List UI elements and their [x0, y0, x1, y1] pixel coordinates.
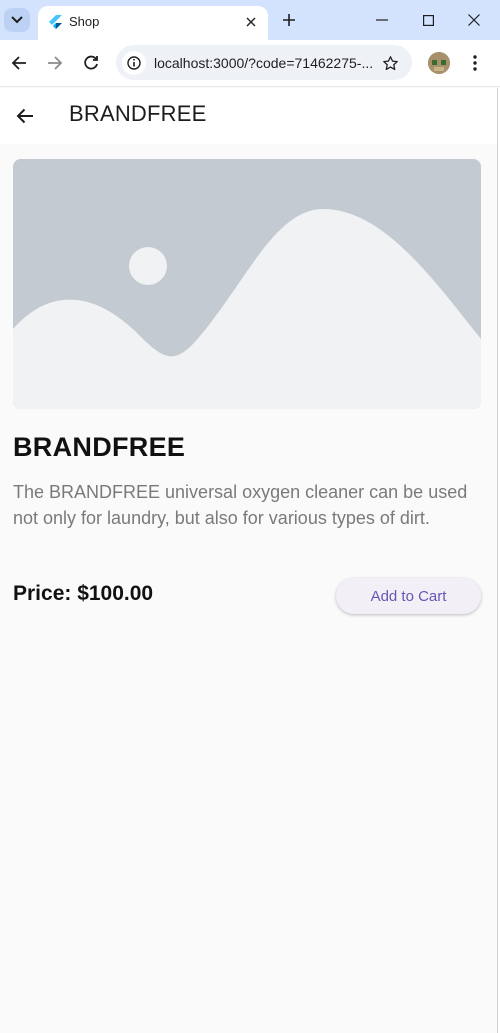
product-price: Price: $100.00 [13, 582, 154, 605]
more-vert-icon [473, 55, 477, 71]
tab-list-icon [11, 16, 23, 24]
back-button[interactable] [7, 51, 31, 75]
tab-title: Shop [69, 14, 100, 29]
maximize-icon [422, 14, 434, 26]
site-info-icon [127, 56, 141, 70]
browser-menu-button[interactable] [464, 51, 486, 75]
image-placeholder-icon [13, 159, 481, 409]
bookmark-button[interactable] [380, 53, 400, 73]
app-bar: BRANDFREE [0, 88, 497, 144]
browser-tab-bar: Shop [0, 0, 500, 40]
profile-avatar[interactable] [428, 52, 450, 74]
site-info-button[interactable] [122, 51, 146, 75]
browser-toolbar: localhost:3000/?code=71462275-... [0, 40, 500, 87]
app-back-button[interactable] [12, 103, 38, 129]
profile-avatar-image [428, 52, 450, 74]
url-text: localhost:3000/?code=71462275-... [154, 55, 374, 71]
tab-list-button[interactable] [4, 8, 30, 32]
tab-close-button[interactable] [242, 13, 260, 31]
page-title: BRANDFREE [69, 101, 207, 126]
maximize-button[interactable] [417, 9, 439, 31]
browser-tab[interactable]: Shop [38, 6, 268, 40]
reload-button[interactable] [79, 51, 103, 75]
star-icon [382, 55, 398, 70]
address-bar[interactable]: localhost:3000/?code=71462275-... [116, 45, 412, 80]
forward-icon [48, 56, 63, 70]
product-description: The BRANDFREE universal oxygen cleaner c… [13, 482, 468, 528]
product-title: BRANDFREE [13, 432, 186, 462]
add-to-cart-button[interactable]: Add to Cart [336, 578, 481, 614]
product-image [13, 159, 481, 409]
minimize-icon [376, 19, 388, 21]
flutter-icon [49, 15, 62, 29]
plus-icon [283, 14, 295, 26]
back-icon [11, 56, 26, 70]
minimize-button[interactable] [371, 9, 393, 31]
new-tab-button[interactable] [278, 9, 300, 31]
product-detail: BRANDFREE The BRANDFREE universal oxygen… [0, 144, 497, 1033]
window-close-button[interactable] [463, 9, 485, 31]
arrow-back-icon [16, 108, 33, 124]
forward-button[interactable] [43, 51, 67, 75]
close-icon [246, 17, 256, 27]
window-close-icon [468, 14, 480, 26]
reload-icon [84, 55, 98, 70]
